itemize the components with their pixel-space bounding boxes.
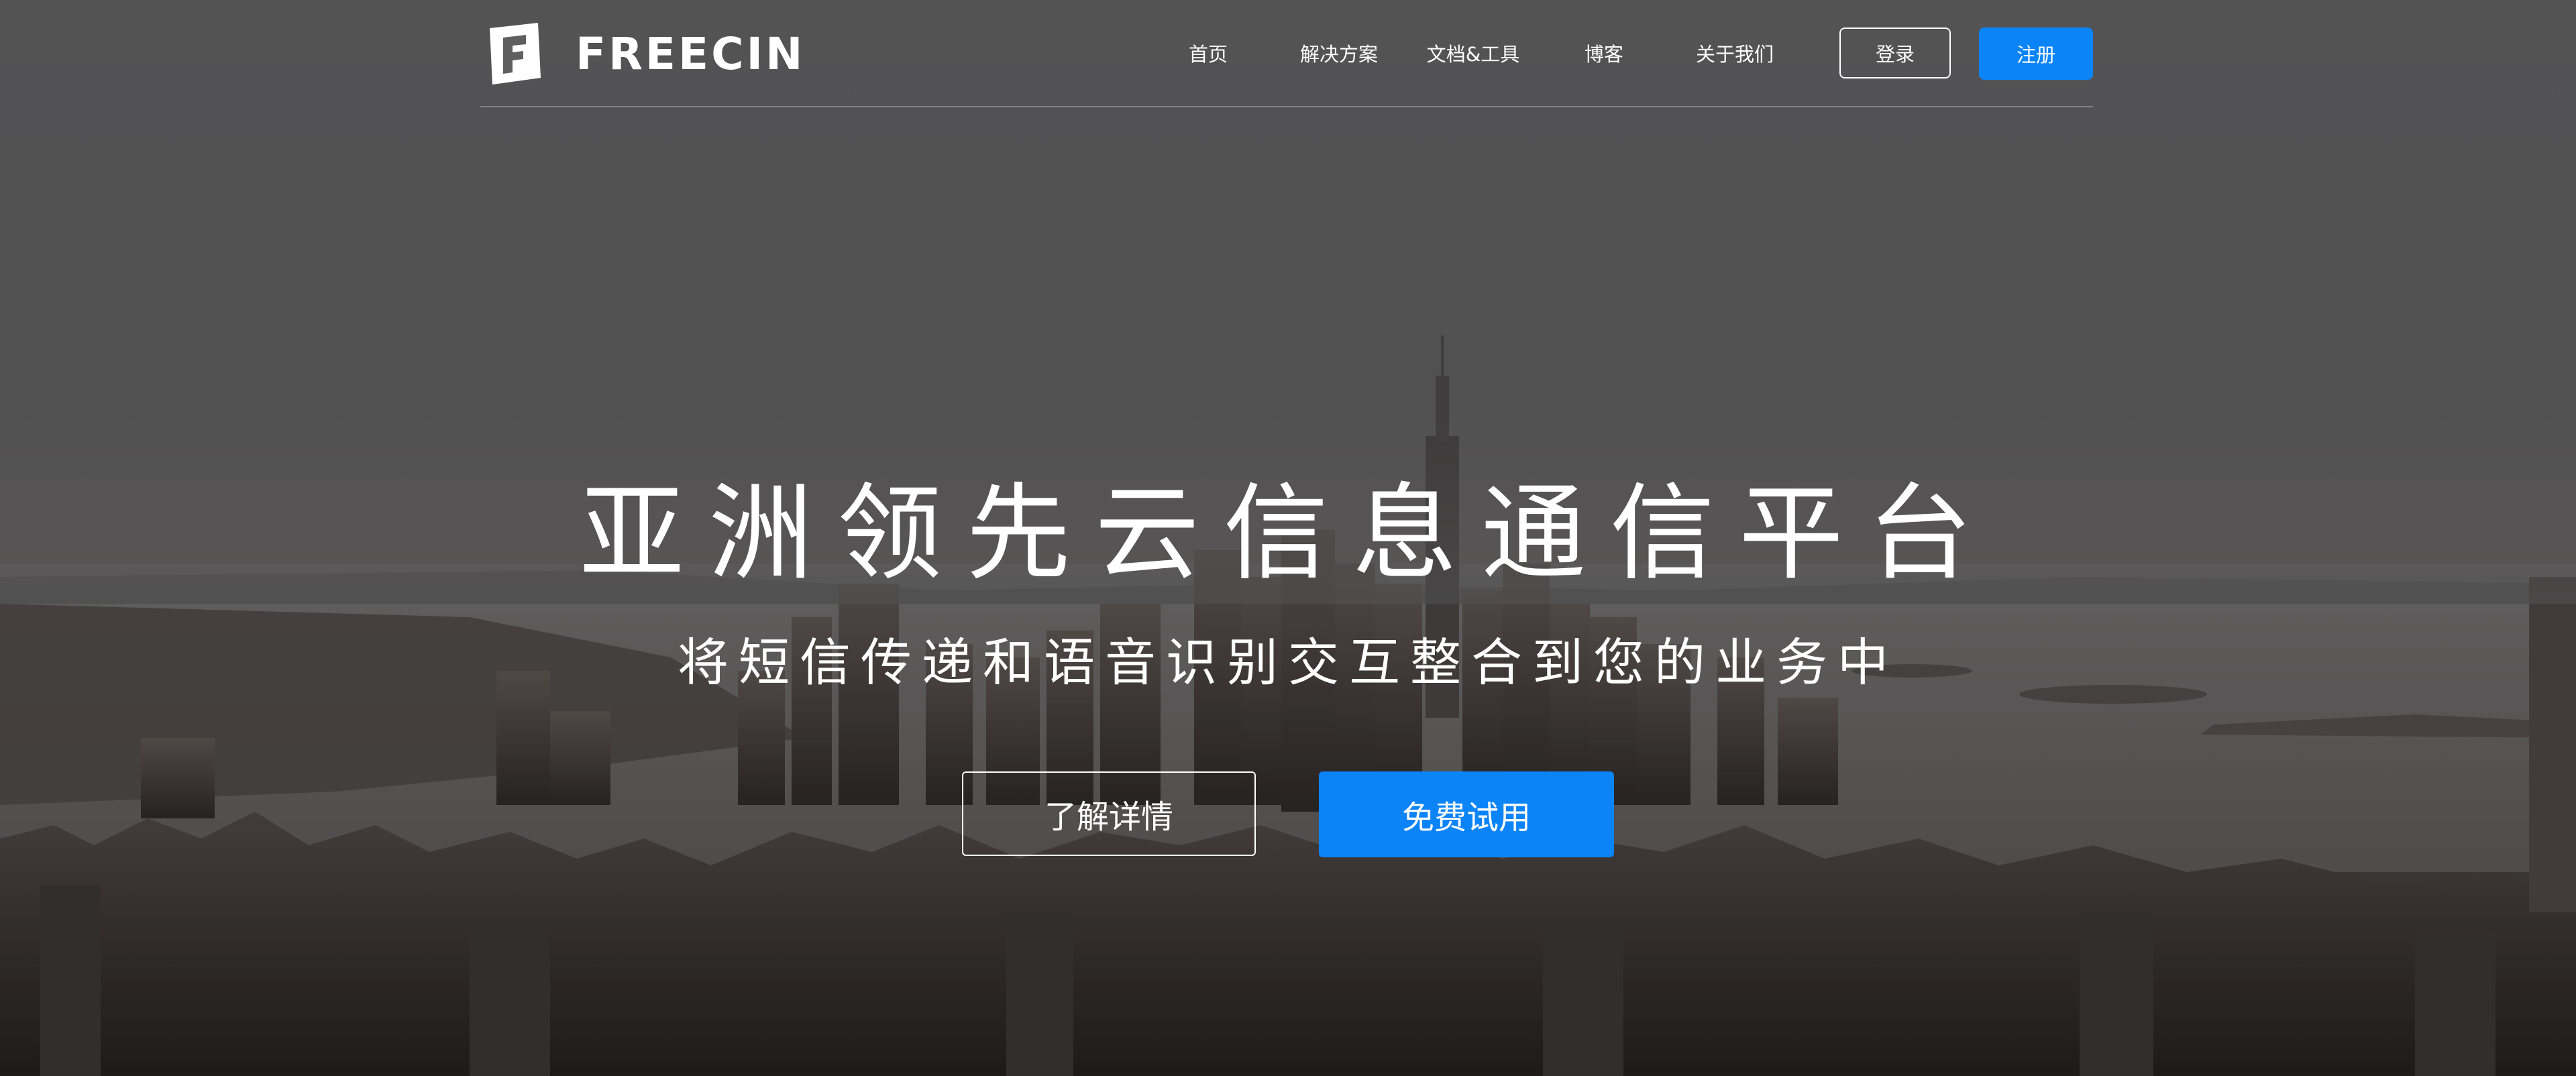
brand-logo[interactable]: FREECIN: [480, 20, 805, 87]
hero-headline: 亚洲领先云信息通信平台: [580, 472, 1996, 594]
nav-item-about-us[interactable]: 关于我们: [1668, 39, 1802, 67]
register-button[interactable]: 注册: [1979, 28, 2093, 80]
nav-item-home[interactable]: 首页: [1144, 39, 1272, 67]
nav-item-docs-tools[interactable]: 文档&工具: [1406, 39, 1540, 67]
nav-item-solutions[interactable]: 解决方案: [1272, 39, 1406, 67]
hero-subheadline: 将短信传递和语音识别交互整合到您的业务中: [678, 633, 1898, 692]
nav-item-blog[interactable]: 博客: [1540, 39, 1668, 67]
main-nav: 首页 解决方案 文档&工具 博客 关于我们: [1144, 0, 1802, 106]
login-button[interactable]: 登录: [1839, 28, 1951, 78]
learn-more-button[interactable]: 了解详情: [962, 771, 1256, 856]
brand-name: FREECIN: [576, 28, 806, 80]
freecin-logo-icon: [490, 23, 541, 85]
hero-section: FREECIN 首页 解决方案 文档&工具 博客 关于我们 登录 注册 亚洲领先…: [0, 0, 2576, 1076]
top-navbar: FREECIN 首页 解决方案 文档&工具 博客 关于我们 登录 注册: [480, 0, 2093, 107]
free-trial-button[interactable]: 免费试用: [1319, 771, 1614, 857]
